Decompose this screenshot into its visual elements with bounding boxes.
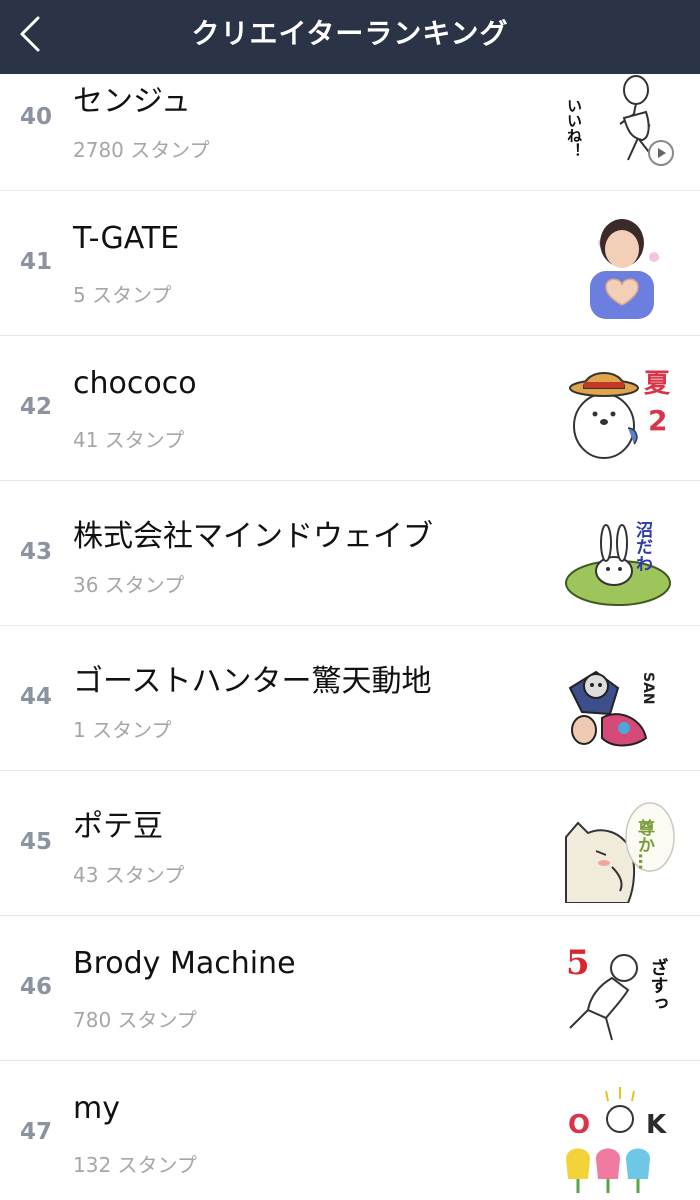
sticker-ok-tulips-thumbnail: O K [562,1083,680,1193]
list-item[interactable]: 42 chococo 41 スタンプ 夏 2 [0,336,700,481]
sticker-ghost-hunter-thumbnail: SAN [562,648,680,758]
rank-number: 40 [19,104,52,130]
thumb-caption: ざすっ [648,957,669,1012]
creator-name: T-GATE [73,221,180,256]
list-item[interactable]: 47 my 132 スタンプ O K [0,1061,700,1200]
creator-name: Brody Machine [73,946,296,981]
thumb-caption: 5 [566,943,590,983]
navigation-bar: クリエイターランキング [0,0,700,74]
page-title: クリエイターランキング [191,17,509,50]
sticker-heart-boy-thumbnail [562,213,680,323]
sticker-count: 2780 スタンプ [73,138,210,162]
creator-name: 株式会社マインドウェイブ [73,519,433,554]
sticker-count: 780 スタンプ [73,1008,197,1032]
list-item[interactable]: 46 Brody Machine 780 スタンプ 5 ざすっ [0,916,700,1061]
play-icon[interactable] [648,140,674,166]
thumb-caption: O [568,1110,590,1140]
creator-name: ポテ豆 [73,809,163,844]
thumb-caption: K [646,1110,667,1140]
sticker-count: 36 スタンプ [73,573,185,597]
thumb-caption: 夏 [644,369,671,399]
list-item[interactable]: 45 ポテ豆 43 スタンプ 尊か… [0,771,700,916]
thumb-caption: 沼だわ [632,520,653,572]
rank-number: 42 [19,394,52,420]
app-screen: 40 センジュ 2780 スタンプ いいね！ 41 T-GATE 5 スタンプ [0,0,700,1200]
sticker-count: 43 スタンプ [73,863,185,887]
thumb-caption: いいね！ [565,98,583,158]
rank-number: 43 [19,539,52,565]
sticker-cat-thumbnail: 尊か… [562,793,680,903]
rank-number: 47 [19,1119,52,1145]
rank-number: 46 [19,974,52,1000]
sticker-bear-kick-thumbnail: 5 ざすっ [562,938,680,1048]
thumb-caption: 尊か… [634,818,655,870]
thumb-caption: 2 [648,404,667,437]
list-item[interactable]: 44 ゴーストハンター驚天動地 1 スタンプ SAN [0,626,700,771]
creator-ranking-list: 40 センジュ 2780 スタンプ いいね！ 41 T-GATE 5 スタンプ [0,46,700,1200]
creator-name: chococo [73,366,197,401]
thumb-caption: SAN [640,672,656,705]
sticker-count: 132 スタンプ [73,1153,197,1177]
rank-number: 44 [19,684,52,710]
sticker-seal-hat-thumbnail: 夏 2 [562,358,680,468]
creator-name: センジュ [73,84,191,119]
rank-number: 45 [19,829,52,855]
list-item[interactable]: 41 T-GATE 5 スタンプ [0,191,700,336]
creator-name: my [73,1091,120,1126]
sticker-rabbit-swamp-thumbnail: 沼だわ [562,503,680,613]
sticker-count: 5 スタンプ [73,283,172,307]
sticker-count: 41 スタンプ [73,428,185,452]
list-item[interactable]: 43 株式会社マインドウェイブ 36 スタンプ 沼だわ [0,481,700,626]
creator-name: ゴーストハンター驚天動地 [73,664,432,699]
rank-number: 41 [19,249,52,275]
sticker-count: 1 スタンプ [73,718,172,742]
